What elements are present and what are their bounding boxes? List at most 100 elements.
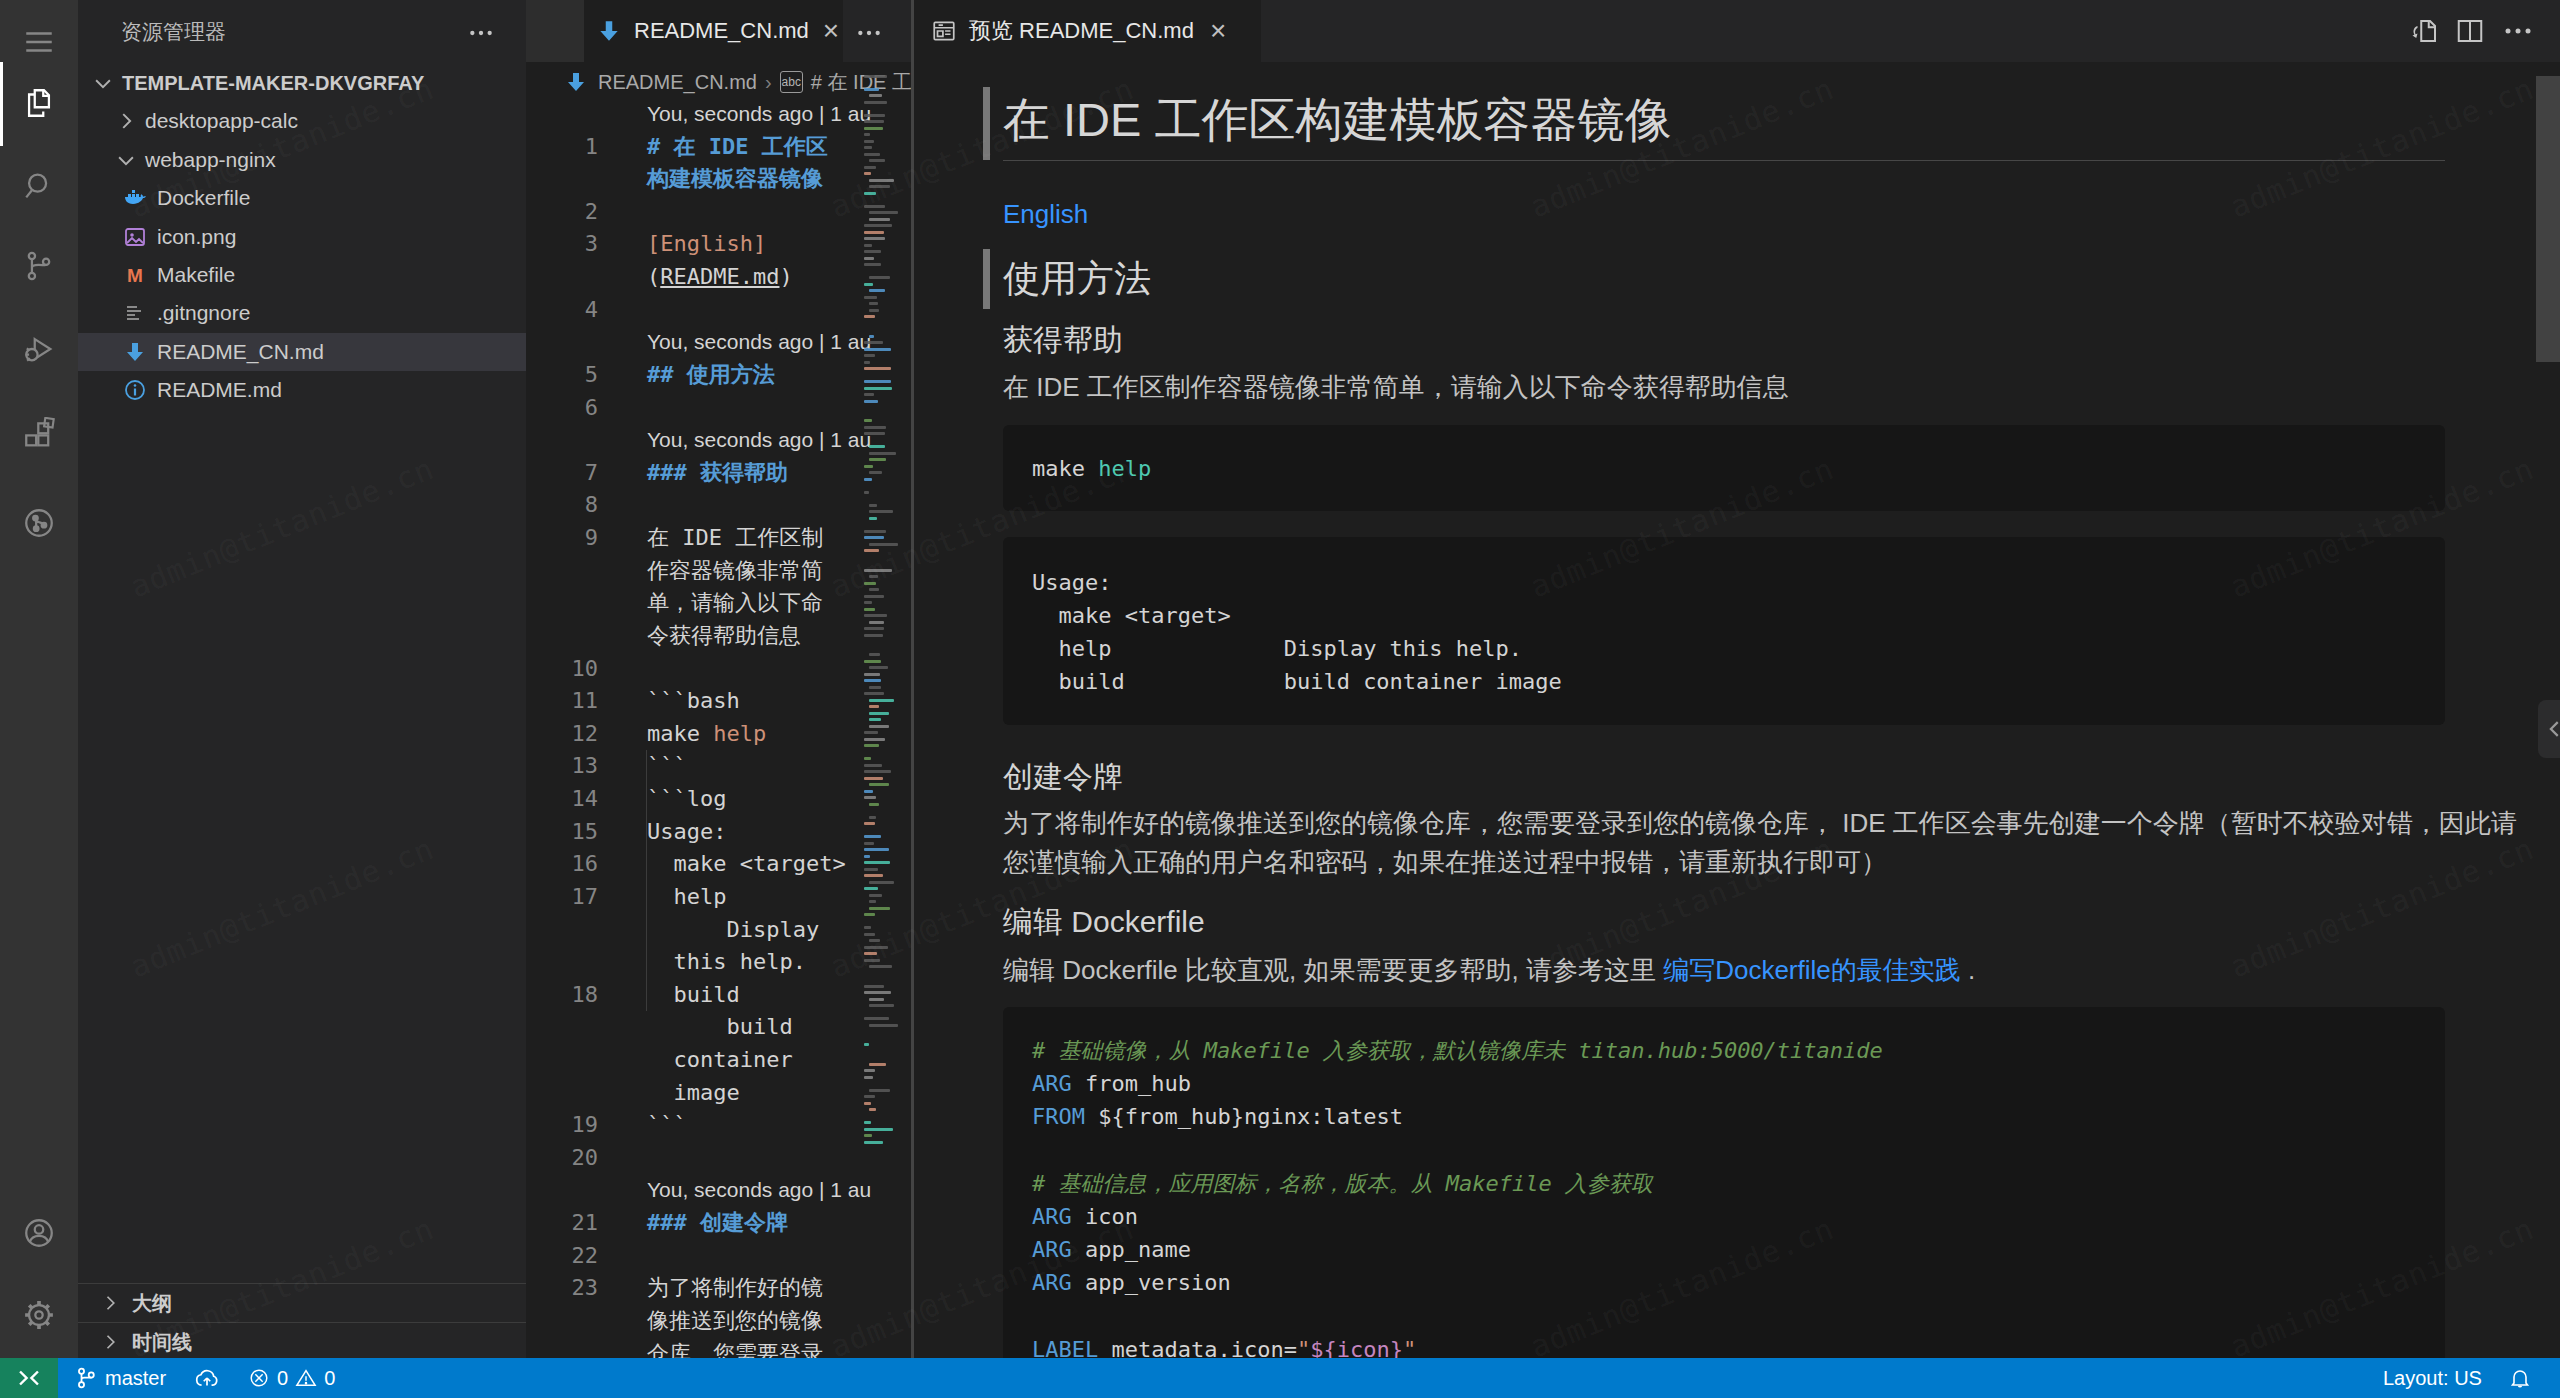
preview-p-help: 在 IDE 工作区制作容器镜像非常简单，请输入以下命令获得帮助信息	[1003, 368, 1789, 407]
code-line: 像推送到您的镜像	[526, 1304, 912, 1337]
close-icon[interactable]: ×	[823, 17, 839, 45]
minimap[interactable]	[863, 62, 897, 1162]
sync-icon	[194, 1365, 220, 1391]
code-line: 1# 在 IDE 工作区	[526, 130, 912, 163]
code-line: image	[526, 1076, 912, 1109]
section-outline[interactable]: 大纲	[78, 1283, 526, 1322]
arrow-down-icon	[122, 340, 148, 364]
code-line: 23为了将制作好的镜	[526, 1271, 912, 1304]
tree-item-makefile[interactable]: MMakefile	[78, 256, 526, 294]
activity-remote-fork-icon[interactable]	[0, 491, 78, 555]
indent-guide	[646, 750, 647, 1011]
gitlens-annotation: You, seconds ago | 1 au	[526, 1173, 912, 1206]
tree-item-readme-md[interactable]: README.md	[78, 371, 526, 409]
activity-settings-gear-icon[interactable]	[0, 1283, 78, 1347]
tree-item-icon-png[interactable]: icon.png	[78, 218, 526, 256]
svg-text:M: M	[127, 265, 143, 286]
code-line: 11```bash	[526, 684, 912, 717]
line-number: 4	[526, 293, 598, 326]
activity-account-icon[interactable]	[0, 1201, 78, 1265]
preview-group: 预览 README_CN.md × 在 IDE 工作区构建模板容器镜像 Engl…	[915, 0, 2560, 1358]
tree-item-template-maker-dkvgrfay[interactable]: TEMPLATE-MAKER-DKVGRFAY	[78, 64, 526, 102]
gitlens-annotation: You, seconds ago | 1 au	[526, 97, 912, 130]
code-line: 5## 使用方法	[526, 358, 912, 391]
preview-p-token: 为了将制作好的镜像推送到您的镜像仓库，您需要登录到您的镜像仓库， IDE 工作区…	[1003, 804, 2517, 882]
gitlens-annotation: You, seconds ago | 1 au	[526, 423, 912, 456]
tree-item-dockerfile[interactable]: Dockerfile	[78, 179, 526, 217]
preview-h3-docker: 编辑 Dockerfile	[1003, 902, 1205, 942]
branch-status[interactable]: master	[74, 1358, 166, 1398]
preview-icon	[931, 18, 957, 44]
gitlens-annotation: You, seconds ago | 1 au	[526, 325, 912, 358]
breadcrumb-file[interactable]: README_CN.md	[598, 71, 757, 94]
collapse-panel-button[interactable]	[2538, 700, 2560, 758]
close-icon[interactable]: ×	[1210, 17, 1226, 45]
sidebar-more-icon[interactable]	[468, 20, 494, 46]
remote-indicator[interactable]	[0, 1358, 58, 1398]
activity-bar	[0, 0, 78, 1358]
tree-label: .gitngnore	[157, 301, 250, 325]
branch-icon	[74, 1366, 98, 1390]
preview-scrollbar[interactable]	[2536, 76, 2560, 362]
tab-preview-readme-cn[interactable]: 预览 README_CN.md ×	[915, 0, 1261, 62]
editor-group-divider[interactable]	[911, 0, 914, 1358]
preview-tab-bar: 预览 README_CN.md ×	[915, 0, 2560, 62]
activity-debug-icon[interactable]	[0, 317, 78, 381]
list-icon	[122, 301, 148, 325]
line-number: 2	[526, 195, 598, 228]
line-number: 15	[526, 815, 598, 848]
activity-search-icon[interactable]	[0, 154, 78, 218]
line-number: 21	[526, 1206, 598, 1239]
code-line: 令获得帮助信息	[526, 619, 912, 652]
open-changes-icon[interactable]	[2410, 0, 2440, 62]
code-line: 作容器镜像非常简	[526, 554, 912, 587]
tab-readme-cn[interactable]: README_CN.md ×	[584, 0, 843, 62]
code-line: 21### 创建令牌	[526, 1206, 912, 1239]
tab-label: README_CN.md	[634, 18, 809, 44]
line-number: 11	[526, 684, 598, 717]
sync-status[interactable]	[194, 1358, 220, 1398]
activity-files-icon[interactable]	[0, 71, 78, 135]
chevron-right-icon: ›	[765, 71, 772, 94]
editor-group: README_CN.md × README_CN.md › abc # 在 ID…	[526, 0, 912, 1358]
code-line: 2	[526, 195, 912, 228]
more-actions-icon[interactable]	[2503, 0, 2533, 62]
code-line: container	[526, 1043, 912, 1076]
preview-h2: 使用方法	[1003, 255, 1151, 303]
tree-label: README_CN.md	[157, 340, 324, 364]
section-timeline[interactable]: 时间线	[78, 1322, 526, 1358]
line-number: 7	[526, 456, 598, 489]
vscode-window: 资源管理器 TEMPLATE-MAKER-DKVGRFAYdesktopapp-…	[0, 0, 2560, 1398]
problems-status[interactable]: 0 0	[248, 1358, 335, 1398]
tree-item--gitngnore[interactable]: .gitngnore	[78, 294, 526, 332]
split-editor-icon[interactable]	[2455, 0, 2485, 62]
h2-bar	[983, 249, 990, 309]
branch-name: master	[105, 1367, 166, 1390]
activity-menu-icon[interactable]	[0, 10, 78, 74]
line-number: 18	[526, 978, 598, 1011]
code-line: 仓库，您需要登录	[526, 1337, 912, 1358]
code-text: make help	[1032, 452, 1151, 485]
line-number: 19	[526, 1108, 598, 1141]
code-line: 16 make <target>	[526, 847, 912, 880]
docker-icon	[122, 186, 148, 210]
line-number: 17	[526, 880, 598, 913]
tree-label: Dockerfile	[157, 186, 250, 210]
layout-status[interactable]: Layout: US	[2383, 1358, 2482, 1398]
activity-source-control-icon[interactable]	[0, 234, 78, 298]
line-number: 6	[526, 391, 598, 424]
tree-item-desktopapp-calc[interactable]: desktopapp-calc	[78, 102, 526, 140]
notifications-bell[interactable]	[2508, 1358, 2532, 1398]
line-number: 8	[526, 488, 598, 521]
tree-item-webapp-nginx[interactable]: webapp-nginx	[78, 141, 526, 179]
tree-item-readme-cn-md[interactable]: README_CN.md	[78, 333, 526, 371]
section-label: 时间线	[132, 1329, 192, 1356]
line-number: 23	[526, 1271, 598, 1304]
breadcrumb[interactable]: README_CN.md › abc # 在 IDE 工	[526, 62, 912, 102]
code-line: 15Usage:	[526, 815, 912, 848]
code-area[interactable]: You, seconds ago | 1 au1# 在 IDE 工作区构建模板容…	[526, 97, 912, 1358]
editor-more-icon[interactable]	[856, 20, 882, 46]
markdown-down-icon	[564, 70, 588, 94]
activity-extensions-icon[interactable]	[0, 402, 78, 466]
dockerfile-best-practice-link[interactable]: 编写Dockerfile的最佳实践	[1663, 955, 1961, 985]
